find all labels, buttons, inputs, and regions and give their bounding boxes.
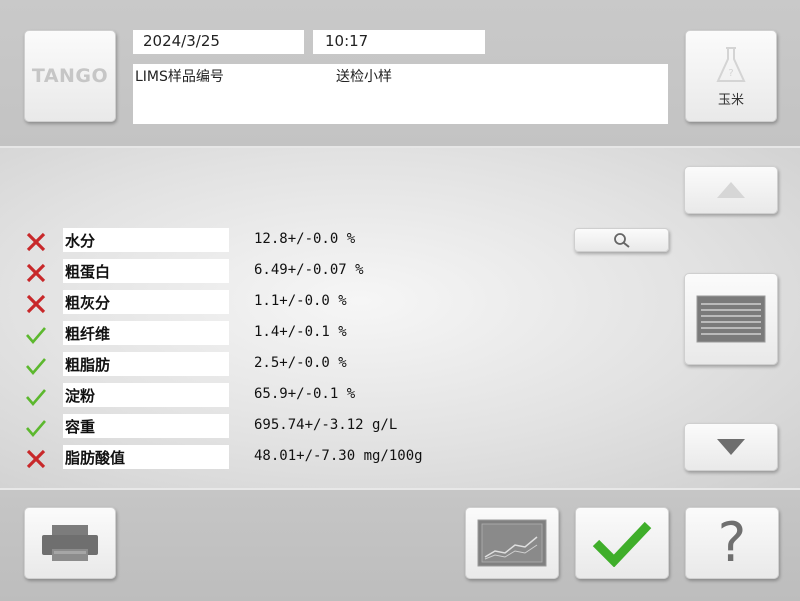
result-name: 粗脂肪 [63,352,229,376]
sample-info-box: LIMS样品编号 送检小样 [133,64,668,124]
result-row[interactable]: 粗蛋白 6.49+/-0.07 % [0,259,560,285]
result-name: 粗灰分 [63,290,229,314]
check-mark-icon [26,389,46,406]
result-row[interactable]: 粗纤维 1.4+/-0.1 % [0,321,560,347]
flask-icon: ? [716,46,746,82]
result-name: 水分 [63,228,229,252]
result-row[interactable]: 粗脂肪 2.5+/-0.0 % [0,352,560,378]
result-value: 2.5+/-0.0 % [254,355,347,371]
print-button[interactable] [24,507,116,579]
result-value: 695.74+/-3.12 g/L [254,417,398,433]
sample-type-label: 送检小样 [336,69,392,85]
check-mark-icon [26,420,46,437]
result-value: 65.9+/-0.1 % [254,386,356,402]
list-icon [696,295,766,343]
check-mark-icon [26,358,46,375]
scroll-up-button[interactable] [684,166,778,214]
x-mark-icon [26,232,46,252]
tango-logo-button[interactable]: TANGO [24,30,116,122]
result-name: 淀粉 [63,383,229,407]
result-name: 粗纤维 [63,321,229,345]
date-field: 2024/3/25 [133,30,304,54]
result-name: 脂肪酸值 [63,445,229,469]
printer-icon [42,525,98,561]
result-name: 容重 [63,414,229,438]
result-value: 1.1+/-0.0 % [254,293,347,309]
chart-icon [477,519,547,567]
product-button[interactable]: ? 玉米 [685,30,777,122]
result-value: 48.01+/-7.30 mg/100g [254,448,423,464]
x-mark-icon [26,449,46,469]
question-icon: ? [717,511,747,574]
scroll-down-button[interactable] [684,423,778,471]
result-row[interactable]: 容重 695.74+/-3.12 g/L [0,414,560,440]
magnifier-icon [613,233,630,248]
result-row[interactable]: 淀粉 65.9+/-0.1 % [0,383,560,409]
result-name: 粗蛋白 [63,259,229,283]
search-button[interactable] [574,228,669,252]
svg-text:?: ? [728,68,733,79]
chart-button[interactable] [465,507,559,579]
result-row[interactable]: 水分 12.8+/-0.0 % [0,228,560,254]
result-value: 12.8+/-0.0 % [254,231,356,247]
help-button[interactable]: ? [685,507,779,579]
result-row[interactable]: 粗灰分 1.1+/-0.0 % [0,290,560,316]
check-icon [592,521,652,567]
logo-text: TANGO [31,65,109,87]
check-mark-icon [26,327,46,344]
time-field: 10:17 [313,30,485,54]
list-view-button[interactable] [684,273,778,365]
triangle-up-icon [717,182,745,198]
result-row[interactable]: 脂肪酸值 48.01+/-7.30 mg/100g [0,445,560,471]
product-label: 玉米 [717,92,744,108]
x-mark-icon [26,263,46,283]
footer-panel [0,488,800,601]
x-mark-icon [26,294,46,314]
result-value: 1.4+/-0.1 % [254,324,347,340]
result-value: 6.49+/-0.07 % [254,262,364,278]
triangle-down-icon [717,439,745,455]
confirm-button[interactable] [575,507,669,579]
lims-sample-id-label: LIMS样品编号 [135,69,224,85]
